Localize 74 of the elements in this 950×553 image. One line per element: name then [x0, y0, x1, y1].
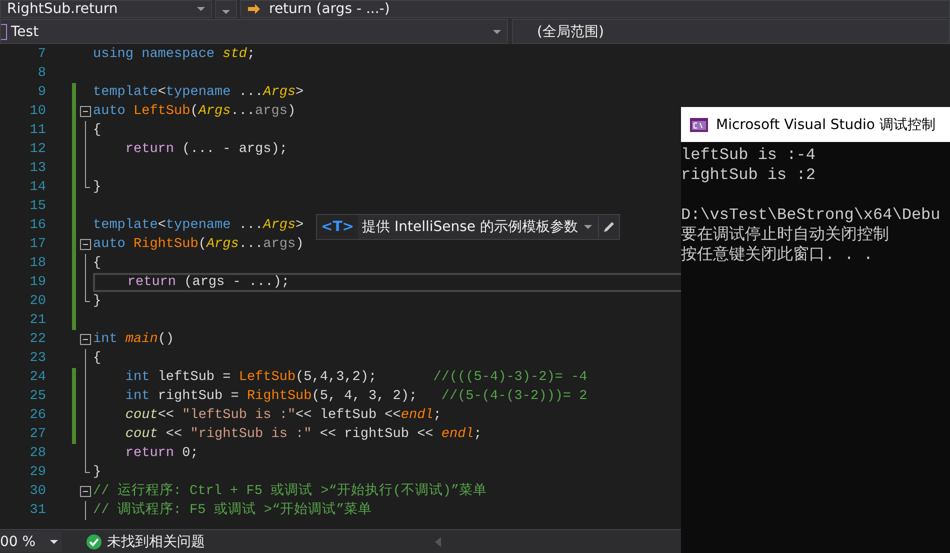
- console-app-icon: [690, 118, 708, 132]
- code-line: template<typename ...Args>: [93, 218, 304, 233]
- line-number: 25: [28, 388, 46, 406]
- code-line: // 运行程序: Ctrl + F5 或调试 >“开始执行(不调试)”菜单: [93, 484, 488, 499]
- line-number: 31: [28, 502, 46, 520]
- line-number: 8: [36, 65, 46, 83]
- line-number: 19: [28, 274, 46, 292]
- collapse-icon[interactable]: [80, 106, 91, 117]
- line-number: 21: [28, 312, 46, 330]
- arrow-icon: [247, 4, 261, 14]
- console-output-line: D:\vsTest\BeStrong\x64\Debu: [681, 205, 942, 225]
- console-output-line: leftSub is :-4: [681, 145, 816, 165]
- caret-icon: [584, 225, 592, 229]
- collapse-icon[interactable]: [80, 239, 91, 250]
- line-number: 18: [28, 255, 46, 273]
- line-number: 7: [36, 46, 46, 64]
- line-number: 11: [28, 122, 46, 140]
- code-line: cout<< "leftSub is :"<< leftSub <<endl;: [124, 408, 442, 423]
- code-line: }: [93, 180, 102, 195]
- line-number: 28: [28, 445, 46, 463]
- code-line: }: [93, 465, 102, 480]
- line-number: 16: [28, 217, 46, 235]
- code-line: return (args - ...);: [126, 275, 290, 290]
- check-circle-icon: [86, 534, 102, 550]
- line-number: 17: [28, 236, 46, 254]
- line-number: 29: [28, 464, 46, 482]
- code-line: int leftSub = LeftSub(5,4,3,2); //(((5-4)-3)-2)= -4: [124, 370, 588, 385]
- code-line: int main(): [93, 332, 174, 347]
- line-number: 10: [28, 103, 46, 121]
- project-dropdown[interactable]: Test: [0, 19, 508, 44]
- project-icon: [1, 24, 7, 40]
- caret-icon: [197, 7, 205, 11]
- line-number: 12: [28, 141, 46, 159]
- line-number: 15: [28, 198, 46, 216]
- line-number: 26: [28, 407, 46, 425]
- code-line: // 调试程序: F5 或调试 >“开始调试”菜单: [93, 503, 372, 518]
- zoom-dropdown[interactable]: 00 %: [0, 531, 62, 552]
- window-title: Microsoft Visual Studio 调试控制: [716, 116, 936, 134]
- line-number: 22: [28, 331, 46, 349]
- scope-dropdown[interactable]: (全局范围): [512, 19, 950, 44]
- line-number: 13: [28, 160, 46, 178]
- collapse-icon[interactable]: [80, 486, 91, 497]
- code-line: }: [93, 294, 102, 309]
- line-number: 9: [36, 84, 46, 102]
- collapse-icon[interactable]: [80, 334, 91, 345]
- line-number: 14: [28, 179, 46, 197]
- console-output-line: 要在调试停止时自动关闭控制: [681, 225, 890, 245]
- code-line: using namespace std;: [93, 47, 256, 62]
- code-line: template<typename ...Args>: [93, 85, 304, 100]
- code-line: auto LeftSub(Args...args): [93, 104, 296, 119]
- scroll-left-icon: [435, 536, 441, 546]
- code-line: return (... - args);: [124, 142, 288, 157]
- code-line: {: [93, 256, 102, 271]
- line-number: 24: [28, 369, 46, 387]
- code-line: {: [93, 123, 102, 138]
- split-button[interactable]: [215, 0, 237, 18]
- issues-status: 未找到相关问题: [107, 532, 205, 550]
- code-line: return 0;: [124, 446, 198, 461]
- code-line: cout << "rightSub is :" << rightSub << endl;: [124, 427, 482, 442]
- line-number: 23: [28, 350, 46, 368]
- caret-icon: [222, 10, 230, 14]
- intellisense-hint[interactable]: <T> 提供 IntelliSense 的示例模板参数: [316, 214, 620, 240]
- code-line: int rightSub = RightSub(5, 4, 3, 2); //(5-(4-(3-2)))= 2: [124, 389, 588, 404]
- code-line: auto RightSub(Args...args): [93, 237, 304, 252]
- console-output-line: 按任意键关闭此窗口. . .: [681, 245, 874, 265]
- caret-icon: [493, 30, 501, 34]
- member-dropdown[interactable]: RightSub.return: [0, 0, 212, 18]
- caret-icon: [50, 540, 58, 544]
- line-number: 27: [28, 426, 46, 444]
- line-number: 30: [28, 483, 46, 501]
- line-number: 20: [28, 293, 46, 311]
- console-output-line: rightSub is :2: [681, 165, 816, 185]
- code-line: {: [93, 351, 102, 366]
- scope-dropdown[interactable]: return (args - ...-): [240, 0, 950, 18]
